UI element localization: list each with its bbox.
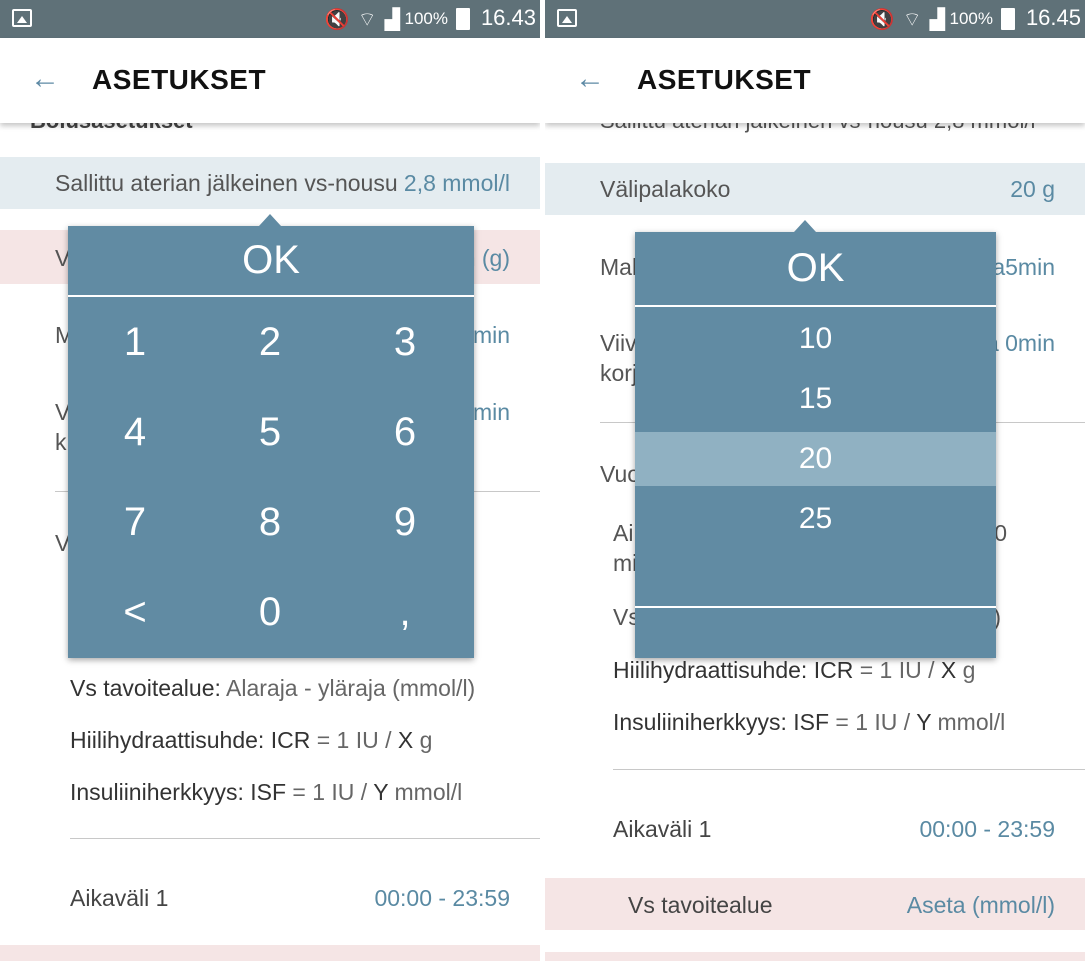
page-title: ASETUKSET xyxy=(92,64,267,95)
meal-rise-label: Sallittu aterian jälkeinen vs-nousu xyxy=(55,170,398,196)
target-range-value: Aseta (mmol/l) xyxy=(906,892,1055,918)
interval-row[interactable]: Aikaväli 1 00:00 - 23:59 xyxy=(0,865,540,925)
battery-icon xyxy=(456,8,470,30)
settings-row[interactable] xyxy=(0,945,540,961)
target-range-label: Vs tavoitealue xyxy=(628,892,773,918)
wifi-icon: ⌔ xyxy=(902,8,922,31)
gallery-icon xyxy=(557,9,577,27)
meal-rise-value: 2,8 mmol/l xyxy=(403,170,510,196)
ok-button[interactable]: OK xyxy=(635,246,996,291)
row-value: 0 xyxy=(994,520,1007,546)
snack-size-value: 20 g xyxy=(1010,176,1055,202)
meal-rise-row[interactable]: Sallittu aterian jälkeinen vs-nousu 2,8 … xyxy=(0,157,540,209)
screen-right: 🔇 ⌔ ▟ 100% 16.45 ← ASETUKSET Sallittu at… xyxy=(545,0,1085,961)
icr-info: Hiilihydraattisuhde: ICR = 1 IU / X g xyxy=(70,727,433,753)
back-arrow-icon[interactable]: ← xyxy=(30,64,60,94)
clock: 16.43 xyxy=(480,5,536,30)
key-7[interactable]: 7 xyxy=(85,500,185,545)
divider xyxy=(70,838,540,839)
divider xyxy=(635,606,996,608)
key-0[interactable]: 0 xyxy=(220,590,320,635)
key-3[interactable]: 3 xyxy=(355,320,455,365)
divider xyxy=(635,305,996,307)
snack-size-label: Välipalakoko xyxy=(600,176,731,202)
key-backspace[interactable]: < xyxy=(85,590,185,635)
row-label: Viiv xyxy=(600,330,637,356)
target-range-row[interactable]: Vs tavoitealue Aseta (mmol/l) xyxy=(545,878,1085,930)
mute-icon: 🔇 xyxy=(324,8,350,31)
key-comma[interactable]: , xyxy=(355,590,455,635)
battery-percent: 100% xyxy=(949,9,993,28)
interval-row[interactable]: Aikaväli 1 00:00 - 23:59 xyxy=(545,798,1085,858)
signal-icon: ▟ xyxy=(384,8,400,31)
key-9[interactable]: 9 xyxy=(355,500,455,545)
row-label: k xyxy=(55,429,67,455)
popup-pointer xyxy=(794,220,816,232)
settings-row[interactable] xyxy=(545,952,1085,961)
target-range-info: Vs tavoitealue: Alaraja - yläraja (mmol/… xyxy=(70,675,476,701)
value-picker-popup: OK 10 15 20 25 xyxy=(635,220,996,658)
picker-option[interactable]: 15 xyxy=(635,372,996,426)
wifi-icon: ⌔ xyxy=(357,8,377,31)
page-title: ASETUKSET xyxy=(637,64,812,95)
picker-option-selected[interactable]: 20 xyxy=(635,432,996,486)
row-value: a5min xyxy=(992,254,1055,280)
isf-info: Insuliiniherkkyys: ISF = 1 IU / Y mmol/l xyxy=(613,709,1006,735)
divider xyxy=(68,295,474,297)
row-value: a 0min xyxy=(985,330,1055,356)
key-8[interactable]: 8 xyxy=(220,500,320,545)
row-label: korj xyxy=(600,360,638,386)
interval-value: 00:00 - 23:59 xyxy=(919,816,1055,842)
picker-option[interactable]: 25 xyxy=(635,492,996,546)
picker-option[interactable]: 10 xyxy=(635,312,996,366)
key-2[interactable]: 2 xyxy=(220,320,320,365)
ok-button[interactable]: OK xyxy=(68,238,474,283)
back-arrow-icon[interactable]: ← xyxy=(575,64,605,94)
app-bar: ← ASETUKSET xyxy=(0,38,540,123)
key-5[interactable]: 5 xyxy=(220,410,320,455)
divider xyxy=(613,769,1085,770)
status-bar: 🔇 ⌔ ▟ 100% 16.45 xyxy=(545,0,1085,38)
screen-left: 🔇 ⌔ ▟ 100% 16.43 ← ASETUKSET Bolusasetuk… xyxy=(0,0,540,961)
icr-info: Hiilihydraattisuhde: ICR = 1 IU / X g xyxy=(613,657,976,683)
interval-label: Aikaväli 1 xyxy=(613,816,712,842)
clock: 16.45 xyxy=(1025,5,1081,30)
popup-pointer xyxy=(259,214,281,226)
isf-info: Insuliiniherkkyys: ISF = 1 IU / Y mmol/l xyxy=(70,779,463,805)
interval-label: Aikaväli 1 xyxy=(70,885,169,911)
key-6[interactable]: 6 xyxy=(355,410,455,455)
mute-icon: 🔇 xyxy=(869,8,895,31)
snack-size-row[interactable]: Välipalakoko 20 g xyxy=(545,163,1085,215)
signal-icon: ▟ xyxy=(929,8,945,31)
gallery-icon xyxy=(12,9,32,27)
interval-value: 00:00 - 23:59 xyxy=(374,885,510,911)
key-1[interactable]: 1 xyxy=(85,320,185,365)
battery-icon xyxy=(1001,8,1015,30)
row-label: mi xyxy=(613,550,638,576)
app-bar: ← ASETUKSET xyxy=(545,38,1085,123)
row-value: min xyxy=(472,399,510,425)
battery-percent: 100% xyxy=(404,9,448,28)
status-bar: 🔇 ⌔ ▟ 100% 16.43 xyxy=(0,0,540,38)
numeric-keypad-popup: OK 1 2 3 4 5 6 7 8 9 < 0 , xyxy=(68,214,474,658)
row-value: min xyxy=(472,322,510,348)
key-4[interactable]: 4 xyxy=(85,410,185,455)
